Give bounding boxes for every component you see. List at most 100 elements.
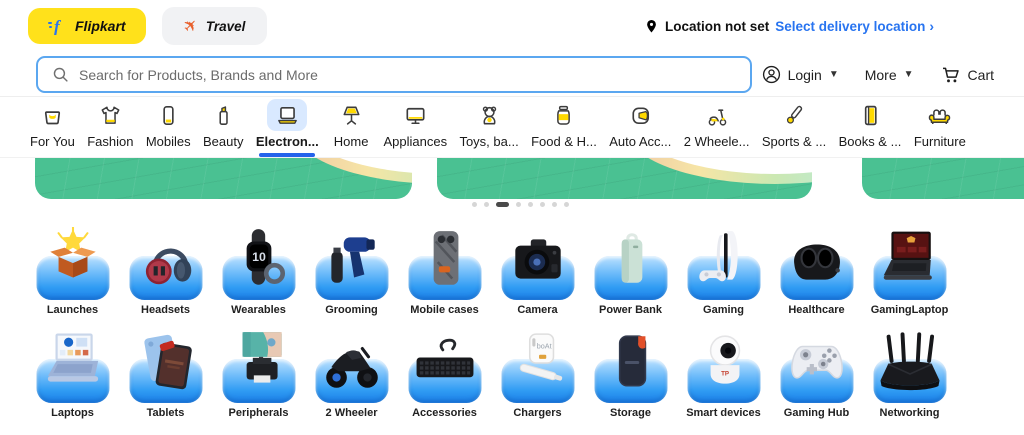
grid-item-smart-devices[interactable]: TP Smart devices: [677, 327, 770, 419]
search-header: Login ▼ More ▼ Cart: [0, 44, 1024, 96]
flipkart-logo-button[interactable]: f Flipkart: [28, 8, 146, 44]
tv-icon: [395, 99, 435, 131]
grid-row-1: Launches Headsets 10 Wearables Grooming …: [26, 224, 1024, 316]
active-tab-underline: [259, 153, 316, 157]
nav-item-mobiles[interactable]: Mobiles: [146, 99, 191, 157]
carousel-dot[interactable]: [471, 202, 477, 207]
tshirt-icon: [90, 99, 130, 131]
grid-item-storage[interactable]: Storage: [584, 327, 677, 419]
bag-icon: [32, 99, 72, 131]
category-nav: For You Fashion Mobiles Beauty Electron.…: [0, 96, 1024, 158]
carousel-dot[interactable]: [515, 202, 521, 207]
jar-icon: [544, 99, 584, 131]
grid-item-mobile-cases[interactable]: Mobile cases: [398, 224, 491, 316]
carousel-dot[interactable]: [527, 202, 533, 207]
grid-item-power-bank[interactable]: Power Bank: [584, 224, 677, 316]
headset-image: [145, 248, 191, 285]
nav-item-auto[interactable]: Auto Acc...: [609, 99, 671, 157]
powerbank-image: [621, 233, 642, 283]
search-bar[interactable]: [36, 56, 752, 93]
hairdryer-image: [330, 237, 375, 283]
keyboard-image: [416, 338, 473, 378]
chevron-right-icon: ›: [929, 18, 934, 34]
console-image: [698, 231, 738, 282]
grid-item-gaming-laptop[interactable]: GamingLaptop: [863, 224, 956, 316]
grid-item-wearables[interactable]: 10 Wearables: [212, 224, 305, 316]
launch-box-image: [49, 227, 96, 278]
carousel-dots: [0, 202, 1024, 207]
cart-label: Cart: [967, 66, 994, 83]
carousel-dot-active[interactable]: [495, 202, 509, 207]
sofa-icon: [920, 99, 960, 131]
laptop-icon: [267, 99, 308, 131]
monitor-printer-image: [242, 332, 282, 383]
location-pin-icon: [647, 19, 656, 32]
plane-icon: ✈: [178, 13, 203, 38]
nav-item-electronics[interactable]: Electron...: [256, 99, 319, 157]
chevron-down-icon: ▼: [903, 69, 914, 80]
nav-item-appliances[interactable]: Appliances: [383, 99, 447, 157]
grid-item-camera[interactable]: Camera: [491, 224, 584, 316]
grid-item-healthcare[interactable]: Healthcare: [770, 224, 863, 316]
teddy-icon: [469, 99, 509, 131]
svg-text:f: f: [54, 17, 62, 35]
location-bar: Location not set Select delivery locatio…: [644, 18, 934, 35]
login-menu[interactable]: Login ▼: [762, 65, 839, 84]
grid-item-laptops[interactable]: Laptops: [26, 327, 119, 419]
carousel-dot[interactable]: [483, 202, 489, 207]
svg-text:10: 10: [252, 250, 266, 264]
carousel-dot[interactable]: [539, 202, 545, 207]
grid-item-gaming[interactable]: Gaming: [677, 224, 770, 316]
travel-button[interactable]: ✈ Travel: [161, 7, 268, 45]
grid-item-2-wheeler[interactable]: 2 Wheeler: [305, 327, 398, 419]
search-icon: [53, 67, 68, 82]
nav-item-books[interactable]: Books & ...: [839, 99, 901, 157]
svg-text:TP: TP: [721, 370, 729, 377]
cricket-bat-icon: [774, 99, 814, 131]
security-camera-image: TP: [709, 335, 740, 384]
grid-item-tablets[interactable]: Tablets: [119, 327, 212, 419]
search-input[interactable]: [79, 66, 736, 83]
grid-item-accessories[interactable]: Accessories: [398, 327, 491, 419]
banner-slide-center[interactable]: [437, 158, 812, 199]
motorcycle-image: [325, 347, 378, 388]
banner-carousel: [0, 158, 1024, 207]
carousel-dot[interactable]: [563, 202, 569, 207]
travel-label: Travel: [205, 18, 246, 34]
nav-item-fashion[interactable]: Fashion: [87, 99, 133, 157]
nav-item-furniture[interactable]: Furniture: [914, 99, 966, 157]
router-image: [879, 332, 940, 391]
nav-item-beauty[interactable]: Beauty: [203, 99, 243, 157]
camera-image: [514, 239, 561, 279]
banner-slide-left[interactable]: [35, 158, 412, 199]
top-header: f Flipkart ✈ Travel Location not set Sel…: [0, 0, 1024, 45]
flipkart-logo-label: Flipkart: [75, 18, 126, 34]
cart-button[interactable]: Cart: [940, 65, 994, 85]
book-icon: [850, 99, 890, 131]
more-menu[interactable]: More ▼: [865, 67, 914, 83]
nav-item-home[interactable]: Home: [331, 99, 371, 157]
login-label: Login: [787, 66, 822, 83]
nav-item-for-you[interactable]: For You: [30, 99, 75, 157]
scooter-icon: [697, 99, 737, 131]
grid-item-grooming[interactable]: Grooming: [305, 224, 398, 316]
grid-item-peripherals[interactable]: Peripherals: [212, 327, 305, 419]
grid-item-networking[interactable]: Networking: [863, 327, 956, 419]
grid-item-headsets[interactable]: Headsets: [119, 224, 212, 316]
charger-image: boAt: [519, 333, 562, 381]
svg-text:boAt: boAt: [536, 342, 551, 351]
nav-item-toys[interactable]: Toys, ba...: [459, 99, 519, 157]
grid-item-gaming-hub[interactable]: Gaming Hub: [770, 327, 863, 419]
phone-case-image: [433, 231, 458, 285]
nav-item-2wheeler[interactable]: 2 Wheele...: [684, 99, 750, 157]
carousel-dot[interactable]: [551, 202, 557, 207]
grid-item-chargers[interactable]: boAt Chargers: [491, 327, 584, 419]
banner-slide-right[interactable]: [862, 158, 1024, 199]
grid-item-launches[interactable]: Launches: [26, 224, 119, 316]
nav-item-sports[interactable]: Sports & ...: [762, 99, 826, 157]
select-delivery-location-link[interactable]: Select delivery location ›: [775, 18, 934, 34]
phone-icon: [148, 99, 188, 131]
nav-item-food[interactable]: Food & H...: [531, 99, 597, 157]
chevron-down-icon: ▼: [828, 69, 839, 80]
lipstick-icon: [203, 99, 243, 131]
